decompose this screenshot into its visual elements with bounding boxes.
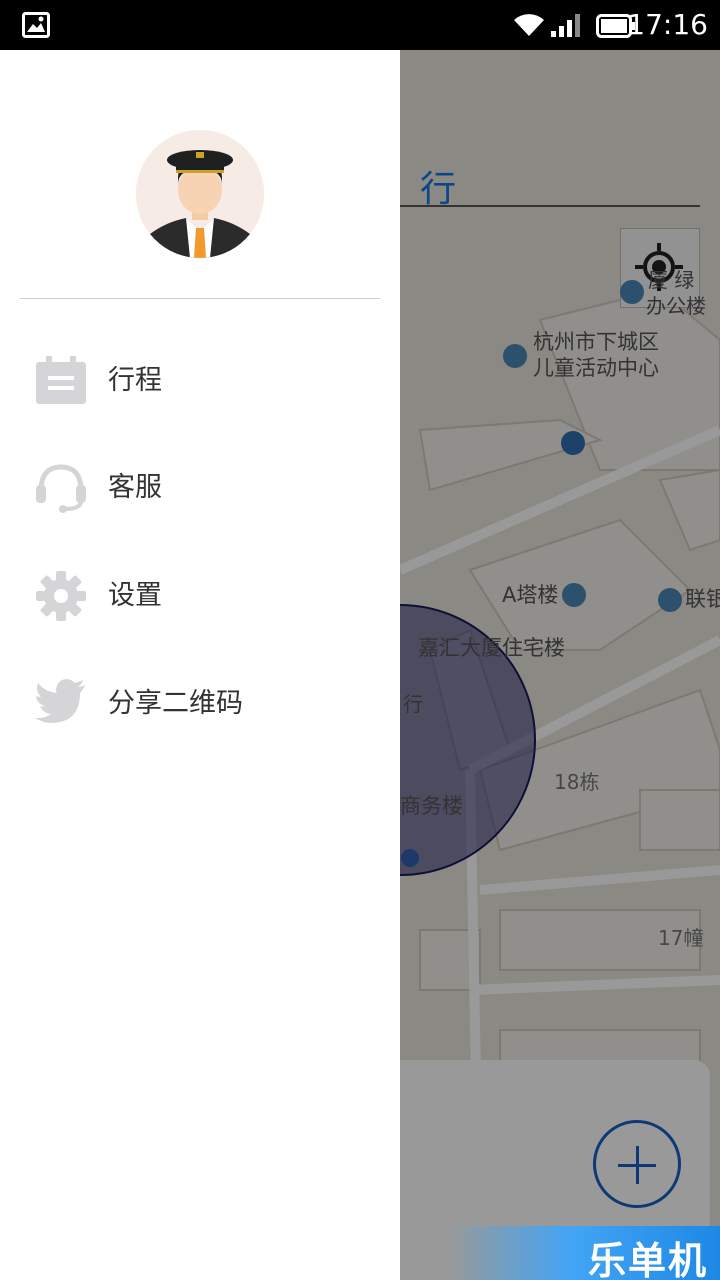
calendar-icon: [35, 356, 87, 404]
headset-icon: [35, 463, 87, 513]
menu-label-settings: 设置: [108, 580, 162, 611]
watermark: 乐单机: [450, 1226, 720, 1280]
wifi-icon: [512, 12, 546, 42]
status-time: 17:16: [627, 8, 708, 41]
twitter-bird-icon: [35, 679, 87, 727]
menu-item-share-qr[interactable]: 分享二维码: [0, 659, 400, 749]
menu-label-support: 客服: [108, 472, 162, 503]
signal-icon: [550, 12, 584, 42]
drawer-divider: [20, 298, 380, 299]
avatar[interactable]: [136, 130, 264, 258]
driver-avatar-icon: [136, 130, 264, 258]
gear-icon: [35, 571, 87, 621]
image-notification-icon: [22, 12, 50, 42]
watermark-text: 乐单机: [587, 1239, 708, 1280]
menu-item-trips[interactable]: 行程: [0, 336, 400, 426]
navigation-drawer: 行程 客服 设置 分享二维码: [0, 50, 400, 1280]
menu-item-support[interactable]: 客服: [0, 443, 400, 533]
menu-label-share-qr: 分享二维码: [108, 688, 243, 719]
menu-label-trips: 行程: [108, 365, 162, 396]
status-bar: 17:16: [0, 0, 720, 50]
menu-item-settings[interactable]: 设置: [0, 551, 400, 641]
